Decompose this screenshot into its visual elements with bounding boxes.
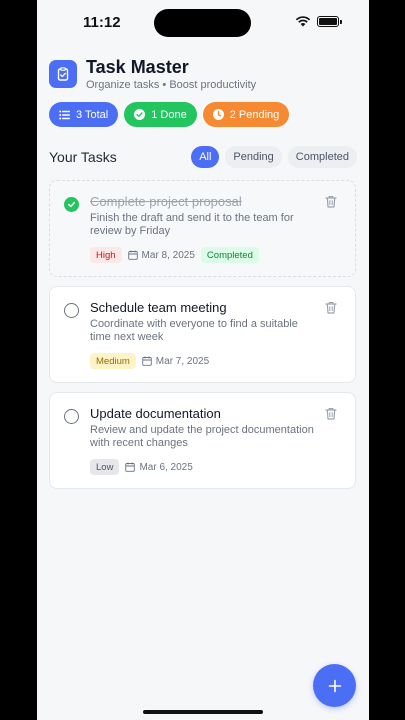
task-date: Mar 8, 2025	[127, 249, 195, 261]
stats-row: 3 Total 1 Done 2 Pending	[49, 102, 290, 127]
task-card[interactable]: Schedule team meeting Coordinate with ev…	[49, 286, 356, 383]
filter-all-tab[interactable]: All	[191, 146, 220, 168]
task-title: Complete project proposal	[90, 194, 242, 209]
status-badge: Completed	[200, 247, 259, 263]
task-date-text: Mar 7, 2025	[155, 355, 210, 367]
delete-task-button[interactable]	[325, 195, 337, 213]
filter-completed-tab[interactable]: Completed	[287, 146, 357, 168]
total-stat-pill[interactable]: 3 Total	[49, 102, 119, 127]
done-stat-pill[interactable]: 1 Done	[124, 102, 197, 127]
pending-stat-pill[interactable]: 2 Pending	[202, 102, 290, 127]
task-card[interactable]: Complete project proposal Finish the dra…	[49, 180, 356, 277]
task-date-text: Mar 8, 2025	[141, 249, 195, 261]
task-checkbox[interactable]	[64, 409, 79, 424]
task-title: Schedule team meeting	[90, 300, 227, 315]
list-icon	[59, 110, 70, 119]
task-checkbox[interactable]	[64, 303, 79, 318]
task-meta: Low Mar 6, 2025	[90, 459, 193, 475]
task-meta: High Mar 8, 2025 Completed	[90, 247, 259, 263]
home-indicator[interactable]	[143, 710, 263, 714]
task-meta: Medium Mar 7, 2025	[90, 353, 209, 369]
app-header: Task Master Organize tasks • Boost produ…	[49, 57, 256, 91]
calendar-icon	[142, 356, 152, 366]
trash-icon	[325, 196, 337, 208]
section-title: Your Tasks	[49, 149, 117, 165]
task-title: Update documentation	[90, 406, 221, 421]
task-date: Mar 6, 2025	[125, 461, 193, 473]
task-card[interactable]: Update documentation Review and update t…	[49, 392, 356, 489]
status-bar: 11:12	[37, 0, 369, 44]
pending-stat-label: 2 Pending	[229, 108, 280, 121]
clipboard-icon	[49, 60, 77, 88]
check-circle-icon	[134, 109, 146, 120]
task-description: Finish the draft and send it to the team…	[90, 212, 294, 237]
total-stat-label: 3 Total	[76, 108, 109, 121]
wifi-icon	[295, 16, 311, 27]
priority-badge: High	[90, 247, 122, 263]
task-checkbox-checked[interactable]	[64, 197, 79, 212]
done-stat-label: 1 Done	[151, 108, 187, 121]
clock-icon	[212, 109, 224, 120]
status-icons	[295, 15, 342, 27]
app-title: Task Master	[86, 57, 189, 77]
trash-icon	[325, 302, 337, 314]
task-date-text: Mar 6, 2025	[139, 461, 193, 473]
task-description: Coordinate with everyone to find a suita…	[90, 318, 298, 343]
priority-badge: Medium	[90, 353, 136, 369]
phone-screen: 11:12 Task Master Organize tasks • Boost…	[37, 0, 369, 720]
priority-badge: Low	[90, 459, 120, 475]
delete-task-button[interactable]	[325, 301, 337, 319]
calendar-icon	[125, 462, 136, 472]
delete-task-button[interactable]	[325, 407, 337, 425]
plus-icon	[328, 679, 341, 692]
task-date: Mar 7, 2025	[142, 356, 209, 367]
calendar-icon	[127, 250, 138, 260]
filter-tabs: All Pending Completed	[191, 146, 357, 168]
filter-pending-tab[interactable]: Pending	[225, 146, 282, 168]
app-subtitle: Organize tasks • Boost productivity	[86, 79, 257, 91]
task-description: Review and update the project documentat…	[90, 424, 314, 449]
add-task-button[interactable]	[313, 664, 356, 707]
check-icon	[68, 201, 76, 208]
status-time: 11:12	[83, 14, 121, 31]
trash-icon	[325, 408, 337, 420]
dynamic-island	[154, 9, 251, 37]
battery-icon	[317, 15, 342, 27]
tasks-section-header: Your Tasks All Pending Completed	[49, 146, 357, 168]
